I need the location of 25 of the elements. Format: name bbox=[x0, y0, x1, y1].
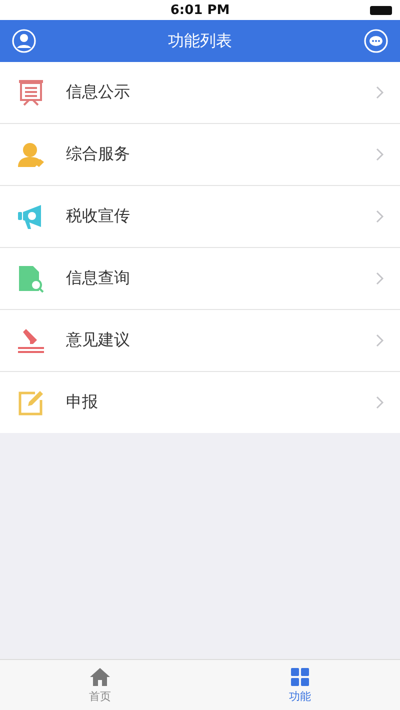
menu-item[interactable]: 信息公示 bbox=[0, 62, 400, 124]
menu-item[interactable]: 申报 bbox=[0, 372, 400, 433]
user-icon bbox=[17, 142, 45, 168]
menu-item[interactable]: 综合服务 bbox=[0, 124, 400, 186]
chevron-icon bbox=[376, 334, 384, 347]
chevron-icon bbox=[376, 210, 384, 223]
chevron-icon bbox=[376, 272, 384, 285]
tab[interactable]: 功能 bbox=[200, 660, 400, 710]
easel-icon bbox=[18, 78, 44, 106]
nav-title: 功能列表 bbox=[168, 30, 232, 52]
edit-icon bbox=[18, 390, 44, 416]
profile-icon[interactable] bbox=[12, 29, 36, 53]
chat-icon[interactable] bbox=[364, 29, 388, 53]
menu-item[interactable]: 税收宣传 bbox=[0, 186, 400, 248]
home-icon bbox=[89, 666, 111, 686]
pen-icon bbox=[17, 328, 45, 354]
document-search-icon bbox=[18, 264, 44, 292]
menu-item[interactable]: 意见建议 bbox=[0, 310, 400, 372]
chevron-icon bbox=[376, 148, 384, 161]
menu-item[interactable]: 信息查询 bbox=[0, 248, 400, 310]
status-time: 6:01 PM bbox=[170, 2, 230, 18]
chevron-icon bbox=[376, 396, 384, 409]
grid-icon bbox=[290, 666, 310, 686]
battery-icon bbox=[370, 6, 392, 15]
chevron-icon bbox=[376, 86, 384, 99]
